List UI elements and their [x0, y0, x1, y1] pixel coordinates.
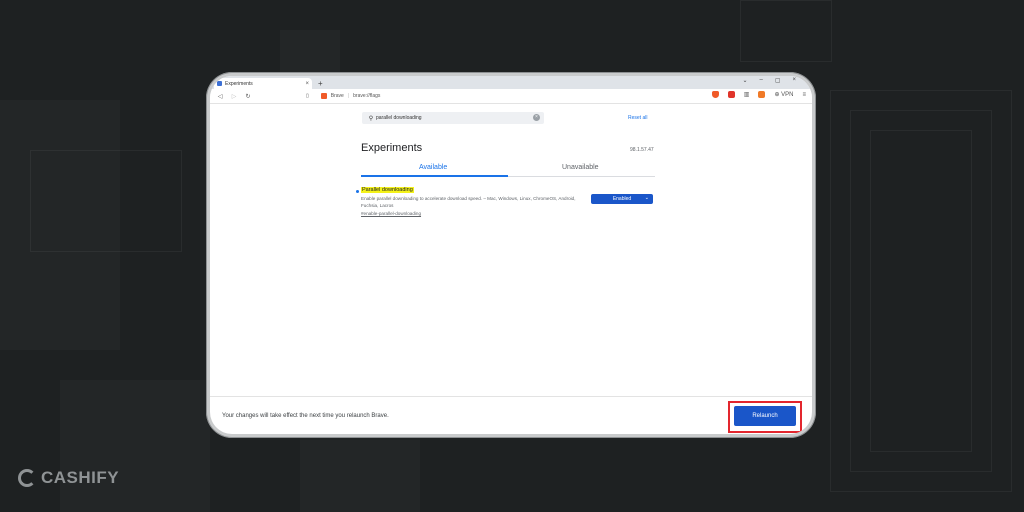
reload-icon[interactable]: ↻: [244, 93, 252, 100]
chevron-down-icon: ⌄: [644, 195, 649, 201]
flag-link[interactable]: #enable-parallel-downloading: [361, 211, 421, 216]
search-input[interactable]: parallel downloading: [376, 115, 422, 121]
active-tab-indicator: [361, 175, 508, 177]
tab-title: Experiments: [225, 80, 253, 87]
reset-all-button[interactable]: Reset all: [628, 115, 647, 121]
rewards-icon[interactable]: [727, 91, 735, 98]
url-brand: Brave: [330, 93, 344, 99]
tab-available[interactable]: Available: [419, 164, 447, 171]
search-icon: ⚲: [368, 115, 374, 122]
flag-name: Parallel downloading: [361, 187, 414, 193]
browser-window: Experiments × + ⌄ – ▢ × ◁ ▷ ↻ ▯ Brave | …: [210, 76, 812, 434]
flag-state-value: Enabled: [612, 196, 632, 202]
maximize-icon[interactable]: ▢: [775, 77, 781, 84]
window-controls: ⌄ – ▢ ×: [742, 77, 796, 84]
footer-divider: [210, 396, 812, 397]
toolbar-right: ▥ ⊕ VPN ≡: [711, 91, 806, 98]
bg-square: [870, 130, 972, 452]
relaunch-message: Your changes will take effect the next t…: [222, 413, 389, 419]
url-text: brave://flags: [353, 93, 381, 99]
tab-search-icon[interactable]: ⌄: [742, 77, 747, 84]
flag-description: Enable parallel downloading to accelerat…: [361, 196, 576, 208]
flags-page: ⚲ parallel downloading × Reset all Exper…: [210, 104, 812, 434]
minimize-icon[interactable]: –: [759, 77, 762, 84]
address-bar[interactable]: ▯ Brave | brave://flags: [306, 91, 606, 101]
brave-logo-icon: [320, 93, 327, 99]
page-title: Experiments: [361, 142, 423, 154]
tablet-frame: Experiments × + ⌄ – ▢ × ◁ ▷ ↻ ▯ Brave | …: [206, 72, 816, 438]
back-icon[interactable]: ◁: [216, 93, 224, 100]
logo-text: CASHIFY: [41, 468, 120, 487]
version-number: 98.1.57.47: [630, 147, 654, 153]
flask-icon: [217, 81, 222, 86]
menu-icon[interactable]: ≡: [802, 92, 806, 98]
bg-square: [740, 0, 832, 62]
close-window-icon[interactable]: ×: [792, 77, 796, 84]
search-flags-bar[interactable]: ⚲ parallel downloading ×: [362, 112, 544, 124]
brave-shields-icon[interactable]: [711, 91, 719, 98]
forward-icon[interactable]: ▷: [230, 93, 238, 100]
url-separator: |: [347, 93, 350, 99]
flag-state-select[interactable]: Enabled ⌄: [591, 194, 653, 204]
extensions-icon[interactable]: [758, 91, 766, 98]
cashify-logo-icon: [18, 469, 36, 487]
bg-square: [300, 440, 420, 512]
vpn-button[interactable]: ⊕ VPN: [774, 91, 793, 98]
bg-square: [30, 150, 182, 252]
bookmark-icon[interactable]: ▯: [306, 93, 309, 99]
vpn-label: VPN: [781, 92, 794, 98]
cashify-logo: CASHIFY: [18, 468, 119, 488]
bg-square: [60, 380, 210, 512]
sidebar-icon[interactable]: ▥: [744, 91, 750, 98]
tab-unavailable[interactable]: Unavailable: [562, 164, 599, 171]
relaunch-button[interactable]: Relaunch: [734, 406, 796, 426]
new-tab-button[interactable]: +: [318, 78, 323, 89]
toolbar: ◁ ▷ ↻ ▯ Brave | brave://flags ▥ ⊕ VPN ≡: [210, 89, 812, 104]
tab-strip: Experiments × + ⌄ – ▢ ×: [210, 76, 812, 89]
clear-search-icon[interactable]: ×: [533, 114, 540, 121]
modified-dot-icon: [356, 190, 359, 193]
close-icon[interactable]: ×: [305, 81, 309, 87]
tab-experiments[interactable]: Experiments ×: [214, 78, 312, 89]
